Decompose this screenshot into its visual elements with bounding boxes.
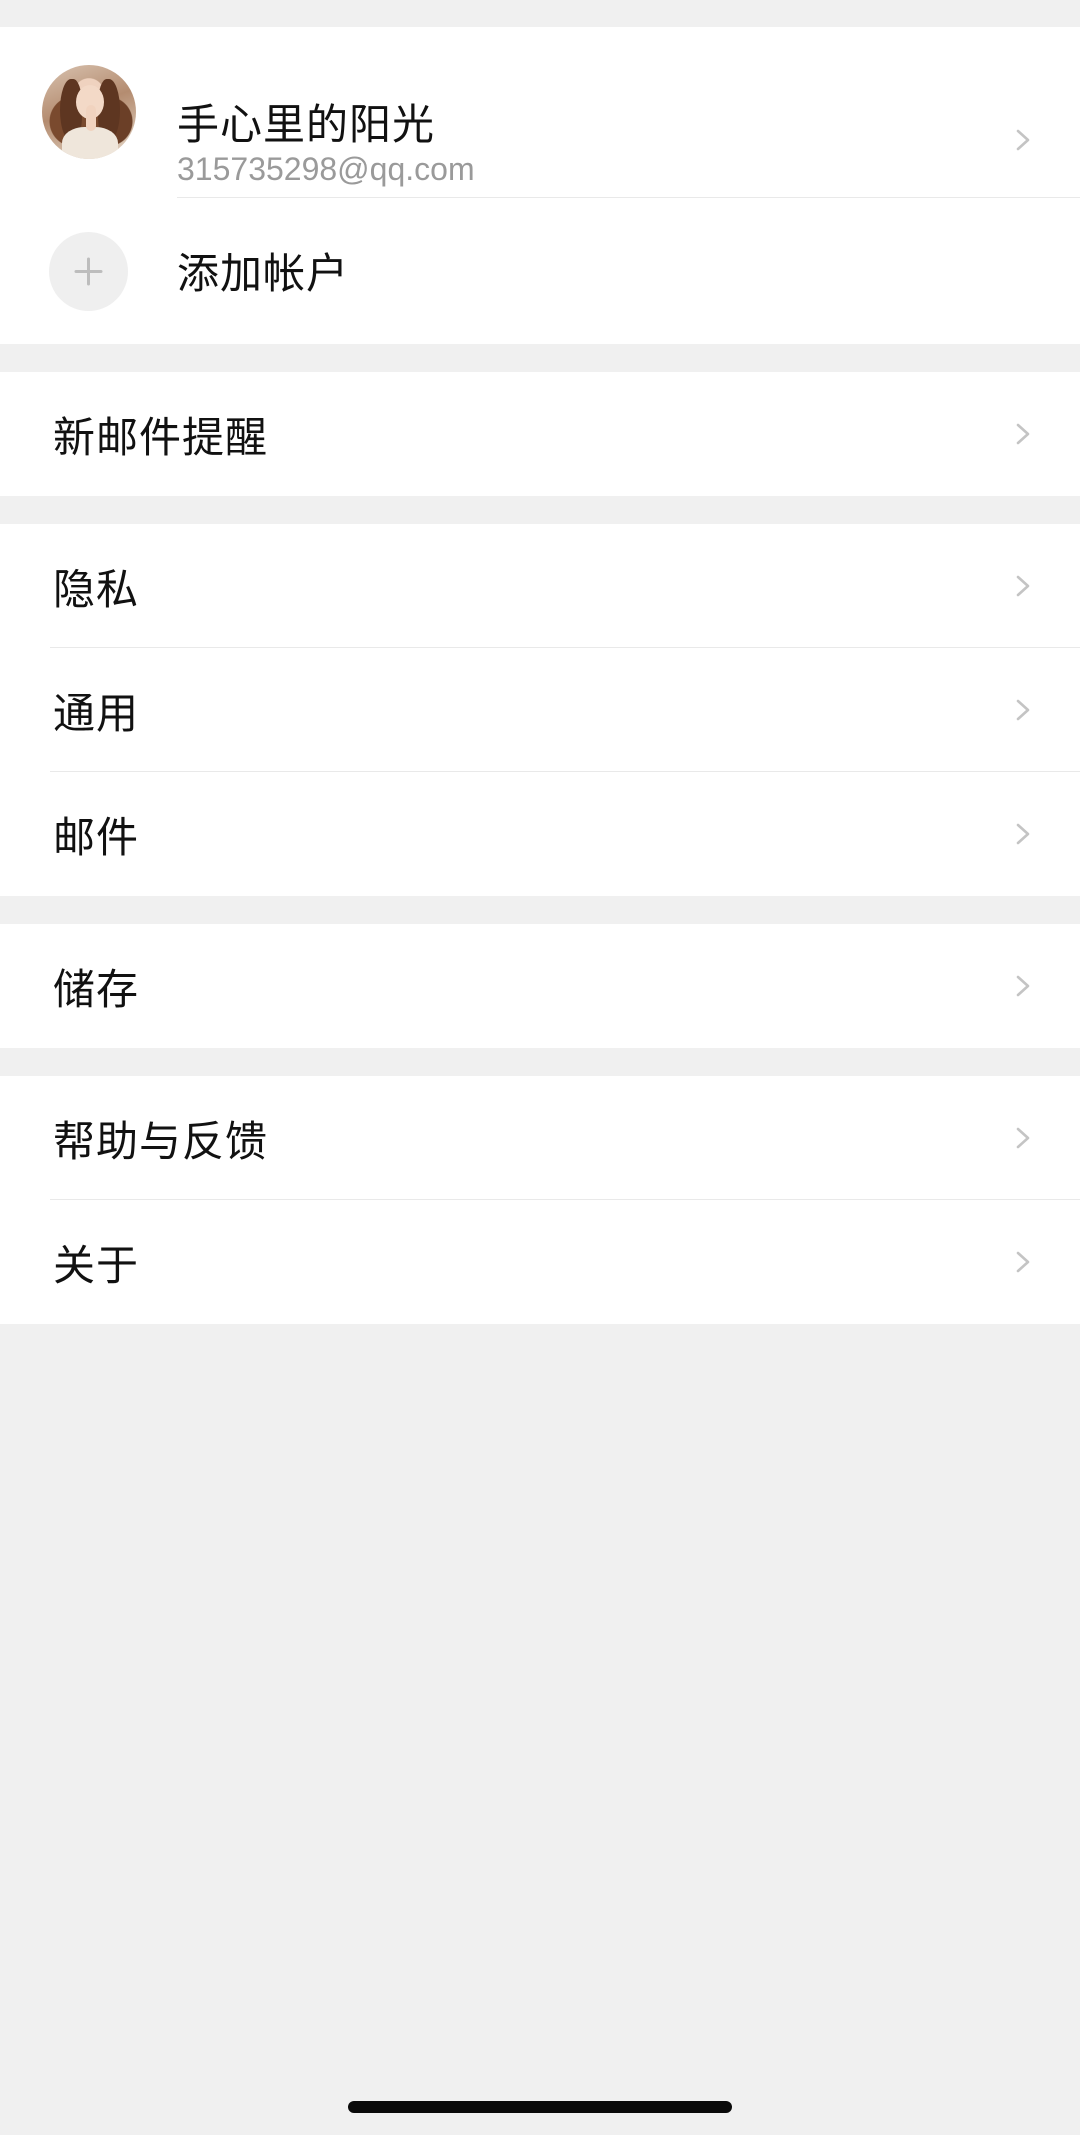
chevron-right-icon — [1012, 423, 1034, 445]
new-mail-alert-row[interactable]: 新邮件提醒 — [0, 372, 1080, 496]
chevron-right-icon — [1012, 975, 1034, 997]
chevron-right-icon — [1012, 1251, 1034, 1273]
account-name: 手心里的阳光 — [177, 100, 436, 149]
about-label: 关于 — [53, 1240, 140, 1290]
storage-section: 储存 — [0, 924, 1080, 1048]
new-mail-alert-label: 新邮件提醒 — [53, 412, 269, 462]
storage-row[interactable]: 储存 — [0, 924, 1080, 1048]
chevron-right-icon — [1012, 823, 1034, 845]
mail-label: 邮件 — [53, 812, 140, 862]
support-section: 帮助与反馈 关于 — [0, 1076, 1080, 1324]
account-row[interactable]: 手心里的阳光 315735298@qq.com — [0, 27, 1080, 198]
privacy-row[interactable]: 隐私 — [0, 524, 1080, 648]
about-row[interactable]: 关于 — [0, 1200, 1080, 1324]
general-row[interactable]: 通用 — [0, 648, 1080, 772]
storage-label: 储存 — [53, 964, 140, 1014]
plus-icon — [49, 232, 128, 311]
account-email: 315735298@qq.com — [177, 151, 475, 187]
preferences-section: 隐私 通用 邮件 — [0, 524, 1080, 896]
chevron-right-icon — [1012, 699, 1034, 721]
add-account-row[interactable]: 添加帐户 — [0, 198, 1080, 344]
home-indicator[interactable] — [348, 2101, 732, 2113]
user-avatar — [42, 65, 136, 159]
mail-row[interactable]: 邮件 — [0, 772, 1080, 896]
chevron-right-icon — [1012, 575, 1034, 597]
help-feedback-label: 帮助与反馈 — [53, 1116, 269, 1166]
add-account-label: 添加帐户 — [177, 249, 350, 298]
chevron-right-icon — [1012, 129, 1034, 151]
notification-section: 新邮件提醒 — [0, 372, 1080, 496]
help-feedback-row[interactable]: 帮助与反馈 — [0, 1076, 1080, 1200]
account-section: 手心里的阳光 315735298@qq.com 添加帐户 — [0, 27, 1080, 344]
general-label: 通用 — [53, 688, 140, 738]
chevron-right-icon — [1012, 1127, 1034, 1149]
privacy-label: 隐私 — [53, 564, 140, 614]
